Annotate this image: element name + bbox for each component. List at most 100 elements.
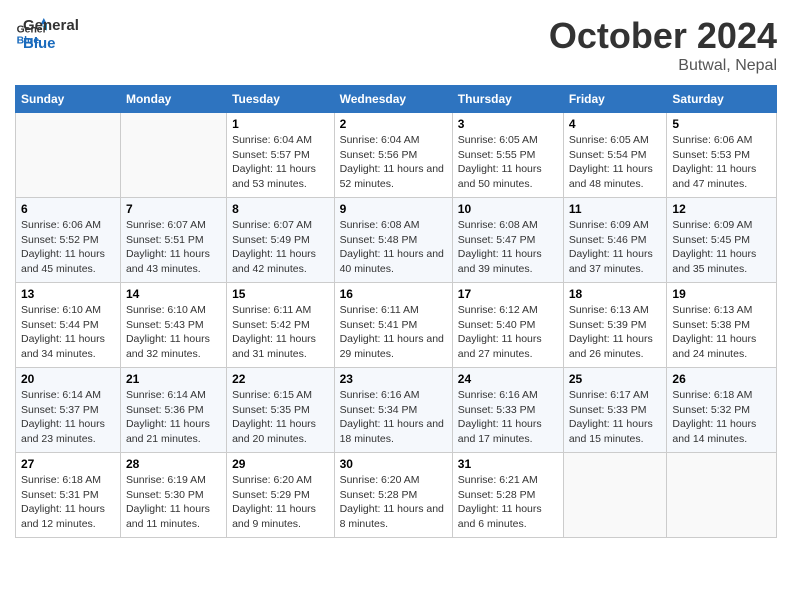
day-number: 24 xyxy=(458,372,558,386)
day-number: 3 xyxy=(458,117,558,131)
calendar-cell: 16 Sunrise: 6:11 AMSunset: 5:41 PMDayligh… xyxy=(334,283,452,368)
logo: General Blue General Blue xyxy=(15,15,79,53)
day-info: Sunrise: 6:07 AMSunset: 5:49 PMDaylight:… xyxy=(232,218,329,277)
day-info: Sunrise: 6:10 AMSunset: 5:43 PMDaylight:… xyxy=(126,303,221,362)
location-subtitle: Butwal, Nepal xyxy=(549,57,777,75)
day-info: Sunrise: 6:12 AMSunset: 5:40 PMDaylight:… xyxy=(458,303,558,362)
calendar-cell: 8 Sunrise: 6:07 AMSunset: 5:49 PMDaylight… xyxy=(227,198,335,283)
calendar-cell: 10 Sunrise: 6:08 AMSunset: 5:47 PMDayligh… xyxy=(452,198,563,283)
logo-general: General xyxy=(23,17,79,35)
header-day: Friday xyxy=(563,86,667,113)
calendar-cell: 26 Sunrise: 6:18 AMSunset: 5:32 PMDayligh… xyxy=(667,368,777,453)
calendar-cell: 1 Sunrise: 6:04 AMSunset: 5:57 PMDaylight… xyxy=(227,113,335,198)
calendar-cell: 22 Sunrise: 6:15 AMSunset: 5:35 PMDayligh… xyxy=(227,368,335,453)
calendar-cell: 2 Sunrise: 6:04 AMSunset: 5:56 PMDaylight… xyxy=(334,113,452,198)
day-number: 10 xyxy=(458,202,558,216)
day-info: Sunrise: 6:14 AMSunset: 5:37 PMDaylight:… xyxy=(21,388,115,447)
day-number: 29 xyxy=(232,457,329,471)
calendar-cell: 23 Sunrise: 6:16 AMSunset: 5:34 PMDayligh… xyxy=(334,368,452,453)
day-number: 18 xyxy=(569,287,662,301)
day-info: Sunrise: 6:09 AMSunset: 5:46 PMDaylight:… xyxy=(569,218,662,277)
day-number: 6 xyxy=(21,202,115,216)
day-info: Sunrise: 6:16 AMSunset: 5:34 PMDaylight:… xyxy=(340,388,447,447)
calendar-week-row: 6Sunrise: 6:06 AMSunset: 5:52 PMDaylight… xyxy=(16,198,777,283)
day-info: Sunrise: 6:18 AMSunset: 5:32 PMDaylight:… xyxy=(672,388,771,447)
calendar-cell: 6Sunrise: 6:06 AMSunset: 5:52 PMDaylight… xyxy=(16,198,121,283)
day-info: Sunrise: 6:09 AMSunset: 5:45 PMDaylight:… xyxy=(672,218,771,277)
calendar-table: SundayMondayTuesdayWednesdayThursdayFrid… xyxy=(15,85,777,538)
calendar-header: SundayMondayTuesdayWednesdayThursdayFrid… xyxy=(16,86,777,113)
title-block: October 2024 Butwal, Nepal xyxy=(549,15,777,75)
calendar-cell: 4Sunrise: 6:05 AMSunset: 5:54 PMDaylight… xyxy=(563,113,667,198)
day-number: 30 xyxy=(340,457,447,471)
calendar-cell: 24 Sunrise: 6:16 AMSunset: 5:33 PMDayligh… xyxy=(452,368,563,453)
calendar-week-row: 1 Sunrise: 6:04 AMSunset: 5:57 PMDaylight… xyxy=(16,113,777,198)
calendar-cell: 31 Sunrise: 6:21 AMSunset: 5:28 PMDayligh… xyxy=(452,453,563,538)
day-number: 17 xyxy=(458,287,558,301)
day-info: Sunrise: 6:04 AMSunset: 5:56 PMDaylight:… xyxy=(340,133,447,192)
day-info: Sunrise: 6:06 AMSunset: 5:53 PMDaylight:… xyxy=(672,133,771,192)
day-info: Sunrise: 6:14 AMSunset: 5:36 PMDaylight:… xyxy=(126,388,221,447)
calendar-cell: 20 Sunrise: 6:14 AMSunset: 5:37 PMDayligh… xyxy=(16,368,121,453)
day-number: 19 xyxy=(672,287,771,301)
day-number: 21 xyxy=(126,372,221,386)
day-number: 1 xyxy=(232,117,329,131)
day-number: 11 xyxy=(569,202,662,216)
day-info: Sunrise: 6:16 AMSunset: 5:33 PMDaylight:… xyxy=(458,388,558,447)
day-number: 4 xyxy=(569,117,662,131)
calendar-cell: 18 Sunrise: 6:13 AMSunset: 5:39 PMDayligh… xyxy=(563,283,667,368)
calendar-cell: 15 Sunrise: 6:11 AMSunset: 5:42 PMDayligh… xyxy=(227,283,335,368)
header-day: Monday xyxy=(120,86,226,113)
day-number: 8 xyxy=(232,202,329,216)
day-info: Sunrise: 6:20 AMSunset: 5:28 PMDaylight:… xyxy=(340,473,447,532)
day-info: Sunrise: 6:08 AMSunset: 5:48 PMDaylight:… xyxy=(340,218,447,277)
logo-blue: Blue xyxy=(23,35,79,53)
day-info: Sunrise: 6:20 AMSunset: 5:29 PMDaylight:… xyxy=(232,473,329,532)
calendar-cell: 3 Sunrise: 6:05 AMSunset: 5:55 PMDaylight… xyxy=(452,113,563,198)
day-info: Sunrise: 6:04 AMSunset: 5:57 PMDaylight:… xyxy=(232,133,329,192)
day-info: Sunrise: 6:07 AMSunset: 5:51 PMDaylight:… xyxy=(126,218,221,277)
day-info: Sunrise: 6:05 AMSunset: 5:55 PMDaylight:… xyxy=(458,133,558,192)
calendar-cell xyxy=(667,453,777,538)
calendar-cell: 11 Sunrise: 6:09 AMSunset: 5:46 PMDayligh… xyxy=(563,198,667,283)
calendar-cell: 12 Sunrise: 6:09 AMSunset: 5:45 PMDayligh… xyxy=(667,198,777,283)
calendar-cell: 14 Sunrise: 6:10 AMSunset: 5:43 PMDayligh… xyxy=(120,283,226,368)
day-number: 22 xyxy=(232,372,329,386)
calendar-week-row: 27 Sunrise: 6:18 AMSunset: 5:31 PMDayligh… xyxy=(16,453,777,538)
calendar-cell: 13Sunrise: 6:10 AMSunset: 5:44 PMDayligh… xyxy=(16,283,121,368)
calendar-cell: 27 Sunrise: 6:18 AMSunset: 5:31 PMDayligh… xyxy=(16,453,121,538)
page-header: General Blue General Blue October 2024 B… xyxy=(15,15,777,75)
day-info: Sunrise: 6:18 AMSunset: 5:31 PMDaylight:… xyxy=(21,473,115,532)
header-day: Thursday xyxy=(452,86,563,113)
day-info: Sunrise: 6:11 AMSunset: 5:42 PMDaylight:… xyxy=(232,303,329,362)
day-info: Sunrise: 6:19 AMSunset: 5:30 PMDaylight:… xyxy=(126,473,221,532)
header-row: SundayMondayTuesdayWednesdayThursdayFrid… xyxy=(16,86,777,113)
day-info: Sunrise: 6:17 AMSunset: 5:33 PMDaylight:… xyxy=(569,388,662,447)
day-number: 5 xyxy=(672,117,771,131)
calendar-cell: 25Sunrise: 6:17 AMSunset: 5:33 PMDayligh… xyxy=(563,368,667,453)
day-number: 23 xyxy=(340,372,447,386)
day-number: 13 xyxy=(21,287,115,301)
day-number: 27 xyxy=(21,457,115,471)
day-number: 16 xyxy=(340,287,447,301)
day-number: 2 xyxy=(340,117,447,131)
day-number: 15 xyxy=(232,287,329,301)
day-info: Sunrise: 6:11 AMSunset: 5:41 PMDaylight:… xyxy=(340,303,447,362)
day-number: 31 xyxy=(458,457,558,471)
day-number: 26 xyxy=(672,372,771,386)
calendar-cell: 19 Sunrise: 6:13 AMSunset: 5:38 PMDayligh… xyxy=(667,283,777,368)
header-day: Saturday xyxy=(667,86,777,113)
calendar-cell: 7Sunrise: 6:07 AMSunset: 5:51 PMDaylight… xyxy=(120,198,226,283)
calendar-cell xyxy=(120,113,226,198)
day-info: Sunrise: 6:21 AMSunset: 5:28 PMDaylight:… xyxy=(458,473,558,532)
day-number: 20 xyxy=(21,372,115,386)
day-info: Sunrise: 6:13 AMSunset: 5:39 PMDaylight:… xyxy=(569,303,662,362)
calendar-week-row: 13Sunrise: 6:10 AMSunset: 5:44 PMDayligh… xyxy=(16,283,777,368)
day-info: Sunrise: 6:08 AMSunset: 5:47 PMDaylight:… xyxy=(458,218,558,277)
calendar-cell: 29 Sunrise: 6:20 AMSunset: 5:29 PMDayligh… xyxy=(227,453,335,538)
day-info: Sunrise: 6:13 AMSunset: 5:38 PMDaylight:… xyxy=(672,303,771,362)
day-info: Sunrise: 6:15 AMSunset: 5:35 PMDaylight:… xyxy=(232,388,329,447)
header-day: Tuesday xyxy=(227,86,335,113)
day-number: 14 xyxy=(126,287,221,301)
day-number: 12 xyxy=(672,202,771,216)
